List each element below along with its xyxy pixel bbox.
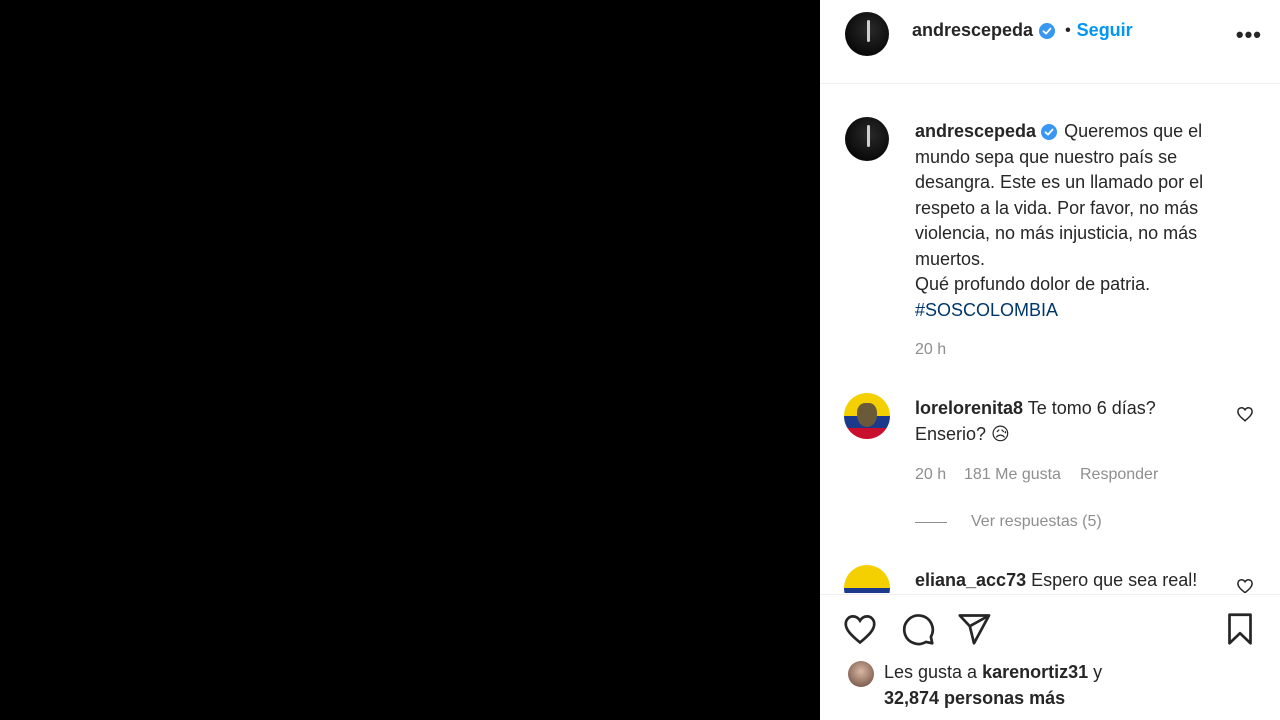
hashtag-link[interactable]: #SOSCOLOMBIA (915, 300, 1058, 320)
author-username[interactable]: andrescepeda (912, 20, 1033, 41)
post-actions: Les gusta a karenortiz31 y 32,874 person… (820, 594, 1280, 720)
comment-likes[interactable]: 181 Me gusta (964, 466, 1061, 484)
replies-divider (915, 522, 947, 523)
post-panel: andrescepeda • Seguir ••• andrescepeda Q… (820, 0, 1280, 720)
verified-icon (1039, 22, 1056, 39)
comment-text: lorelorenita8 Te tomo 6 días? Enserio? 😥 (915, 395, 1215, 447)
heart-icon[interactable] (842, 611, 878, 647)
liker-avatar[interactable] (848, 661, 874, 687)
follow-button[interactable]: Seguir (1077, 20, 1133, 41)
author-avatar[interactable] (845, 12, 889, 56)
separator-dot: • (1065, 21, 1071, 39)
likes-prefix: Les gusta a (884, 662, 978, 682)
likes-summary: Les gusta a karenortiz31 y 32,874 person… (884, 659, 1244, 711)
heart-icon[interactable] (1236, 405, 1254, 423)
comment-username[interactable]: lorelorenita8 (915, 398, 1023, 418)
caption-text: andrescepeda Queremos que el mundo sepa … (915, 119, 1245, 323)
bookmark-icon[interactable] (1222, 611, 1258, 647)
header-user-row: andrescepeda • Seguir (912, 20, 1133, 41)
heart-icon[interactable] (1236, 577, 1254, 593)
likes-conj: y (1093, 662, 1103, 682)
caption-body: Queremos que el mundo sepa que nuestro p… (915, 121, 1204, 294)
comment-text: eliana_acc73 Espero que sea real! (915, 567, 1215, 593)
comments-list[interactable]: andrescepeda Queremos que el mundo sepa … (820, 85, 1280, 593)
caption-username[interactable]: andrescepeda (915, 121, 1036, 141)
caption-author-avatar[interactable] (845, 117, 889, 161)
commenter-avatar[interactable] (844, 565, 890, 593)
comment-time: 20 h (915, 466, 947, 483)
caption-time: 20 h (915, 341, 947, 358)
commenter-avatar[interactable] (844, 393, 890, 439)
comment-body: Espero que sea real! (1031, 570, 1198, 590)
post-header: andrescepeda • Seguir ••• (820, 0, 1280, 84)
view-replies-button[interactable]: Ver respuestas (5) (971, 513, 1102, 531)
share-icon[interactable] (956, 611, 992, 647)
comment-icon[interactable] (900, 611, 936, 647)
verified-icon (1041, 124, 1058, 141)
liker-username[interactable]: karenortiz31 (982, 662, 1088, 682)
likes-others[interactable]: 32,874 personas más (884, 688, 1065, 708)
comment-username[interactable]: eliana_acc73 (915, 570, 1026, 590)
reply-button[interactable]: Responder (1080, 466, 1158, 484)
post-media[interactable] (0, 0, 820, 720)
more-icon[interactable]: ••• (1236, 22, 1262, 48)
